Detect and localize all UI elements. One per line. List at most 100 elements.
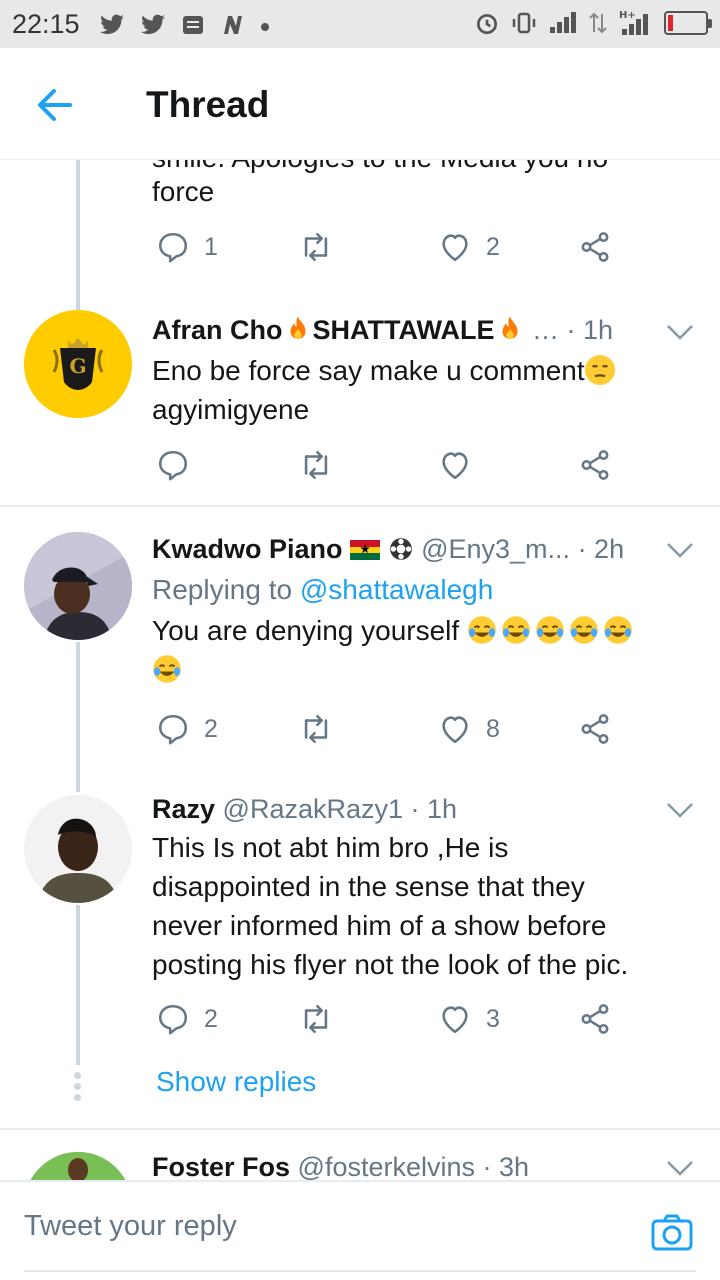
author-handle: @Eny3_m... [421,534,571,564]
retweet-button[interactable] [298,712,334,746]
status-time: 22:15 [12,9,80,39]
chevron-down-icon [667,1161,693,1176]
replying-to-handle[interactable]: @shattawalegh [300,574,493,605]
tweet-time: · 1h [566,315,614,345]
reply-icon [158,232,188,263]
person-avatar-icon [24,1152,132,1180]
camera-button[interactable] [650,1212,694,1252]
reply-composer: Tweet your reply [0,1180,720,1280]
status-bar: 22:15 H+ [0,0,720,48]
battery-icon [664,11,712,35]
tweet-text: This Is not abt him bro ,He is disappoin… [152,828,692,984]
retweet-button[interactable] [298,448,334,482]
tweet-header: Afran Cho SHATTAWALE … · 1h [152,314,613,346]
tweet-text-line: disappointed in the sense that they [152,871,585,902]
tweet-body: Replying to @shattawalegh You are denyin… [152,570,692,689]
fire-emoji-icon [283,314,313,344]
tears-of-joy-emoji-icon [502,616,530,644]
retweet-icon [304,450,328,480]
divider [0,1128,720,1130]
heart-icon [442,716,468,744]
app-header: Thread [0,48,720,160]
share-icon [581,1004,609,1034]
author-name[interactable]: Foster Fos [152,1152,290,1180]
chevron-down-icon [667,325,693,340]
like-count: 3 [486,1004,500,1033]
avatar[interactable] [24,795,132,903]
share-button[interactable] [578,448,612,482]
person-avatar-icon [24,795,132,903]
tweet-text-line: Eno be force say make u comment [152,355,585,386]
tweet-actions [152,448,622,488]
back-button[interactable] [30,82,80,128]
tears-of-joy-emoji-icon [536,616,564,644]
heart-icon [442,234,468,262]
tweet-text-line: never informed him of a show before [152,910,607,941]
reply-icon [158,714,188,745]
tweet-text-line: You are denying yourself [152,615,460,646]
back-arrow-icon [38,89,72,121]
reply-button[interactable]: 2 [156,712,218,746]
svg-text:G: G [69,354,86,378]
person-avatar-icon [24,532,132,640]
like-button[interactable]: 8 [438,712,500,746]
tweet-menu-button[interactable] [664,538,696,562]
like-count: 8 [486,714,500,743]
svg-text:H+: H+ [619,10,636,21]
camera-icon [651,1214,693,1251]
gold-logo-avatar-icon: G [24,310,132,418]
thread-line [76,160,80,310]
avatar[interactable] [24,1152,132,1180]
share-icon [581,232,609,262]
tweet-text-line: posting his flyer not the look of the pi… [152,949,629,980]
like-button[interactable]: 3 [438,1002,500,1036]
ghana-flag-icon [350,540,381,560]
thread-line [76,905,80,1065]
chevron-down-icon [667,803,693,818]
dot-icon [260,23,269,32]
tweet-actions: 2 8 [152,712,622,752]
like-button[interactable]: 2 [438,230,500,264]
replying-to: Replying to @shattawalegh [152,570,692,609]
vibrate-icon [512,12,536,34]
share-button[interactable] [578,712,612,746]
tweet-menu-button[interactable] [664,320,696,344]
tears-of-joy-emoji-icon [468,616,496,644]
author-handle: @RazakRazy1 [222,794,404,824]
thread-feed[interactable]: smile. Apologies to the Media you no for… [0,160,720,1180]
author-name[interactable]: Afran Cho [152,315,283,345]
tweet-menu-button[interactable] [664,1156,696,1180]
tweet-text: Eno be force say make u comment agyimigy… [152,351,692,429]
avatar[interactable]: G [24,310,132,418]
like-button[interactable] [438,448,472,482]
reply-count: 2 [204,714,218,743]
reply-button[interactable]: 1 [156,230,218,264]
author-name-suffix: SHATTAWALE [312,315,495,345]
reply-button[interactable] [156,448,190,482]
flower-badge-icon [389,538,412,560]
notification-icons [98,8,271,39]
thread-dots [74,1072,81,1105]
tweet-time: · 1h [410,794,458,824]
avatar[interactable] [24,532,132,640]
tears-of-joy-emoji-icon [570,616,598,644]
tweet-menu-button[interactable] [664,798,696,822]
reply-icon [158,450,188,481]
retweet-button[interactable] [298,230,334,264]
tweet-text-line: This Is not abt him bro ,He is [152,832,509,863]
retweet-button[interactable] [298,1002,334,1036]
alarm-icon [476,14,498,35]
author-name[interactable]: Kwadwo Piano [152,534,343,564]
tweet-header: Kwadwo Piano @Eny3_m... · 2h [152,534,624,565]
tweet-header: Foster Fos @fosterkelvins · 3h [152,1152,529,1180]
share-button[interactable] [578,230,612,264]
data-icon [589,12,607,34]
fire-emoji-icon [495,314,525,344]
author-name[interactable]: Razy [152,794,215,824]
reply-input[interactable]: Tweet your reply [24,1210,584,1243]
tweet-time: · 2h [577,534,625,564]
reply-count: 2 [204,1004,218,1033]
reply-button[interactable]: 2 [156,1002,218,1036]
show-replies-link[interactable]: Show replies [156,1066,316,1098]
share-button[interactable] [578,1002,612,1036]
